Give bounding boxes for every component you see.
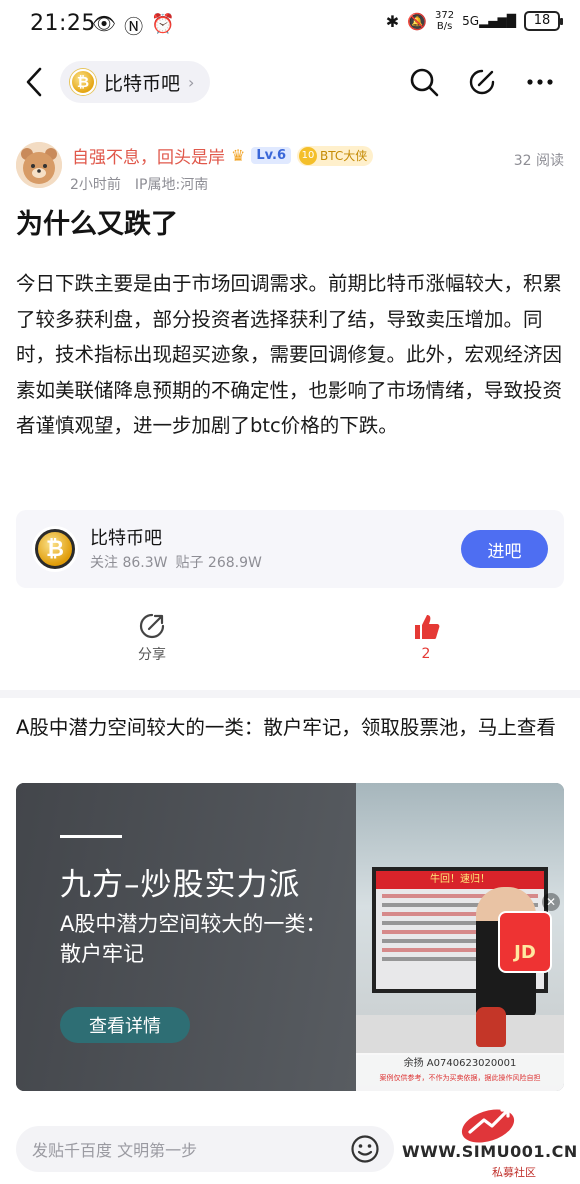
bottom-bar: 发贴千百度 文明第一步 WWW.SIMU001.CN 私募社区	[0, 1108, 580, 1184]
author-row: 自强不息，回头是岸 ♛ Lv.6 10 BTC大侠 2小时前 IP属地:河南 3…	[16, 142, 564, 194]
edit-button[interactable]	[464, 64, 500, 100]
post-meta: 2小时前 IP属地:河南	[70, 174, 208, 194]
forum-pill[interactable]: ₿ 比特币吧 ›	[60, 61, 211, 103]
emoji-icon[interactable]	[350, 1134, 380, 1164]
jd-redbag-icon[interactable]: JD	[498, 911, 552, 973]
more-button[interactable]	[522, 64, 558, 100]
ad-banner[interactable]: 九方–炒股实力派 A股中潜力空间较大的一类：散户牢记 查看详情 牛回！速归！ J…	[16, 783, 564, 1091]
ad-subline: A股中潜力空间较大的一类：散户牢记	[60, 912, 327, 966]
follower-count: 关注 86.3W	[90, 555, 168, 571]
ad-rule	[60, 835, 122, 838]
like-count: 2	[421, 646, 431, 662]
bear-avatar-icon	[16, 142, 62, 188]
search-button[interactable]	[406, 64, 442, 100]
read-count: 32 阅读	[513, 153, 564, 169]
signal-icon: 5G▂▄▆█	[462, 14, 516, 28]
watermark-text: WWW.SIMU001.CN	[402, 1142, 578, 1161]
thumbs-up-icon	[415, 615, 440, 639]
status-bar: 21:25 👁 Ⓝ ⏰ ✱ 🔕 372 B/s 5G▂▄▆█ 18	[0, 0, 580, 48]
edit-icon	[469, 69, 495, 95]
net-speed: 372 B/s	[435, 10, 455, 32]
enter-forum-button[interactable]: 进吧	[461, 530, 548, 568]
ad-title[interactable]: A股中潜力空间较大的一类：散户牢记，领取股票池，马上查看	[16, 712, 564, 743]
more-dots-icon	[527, 79, 553, 85]
forum-card-name: 比特币吧	[90, 528, 162, 549]
crown-icon: ♛	[231, 146, 246, 165]
ad-photo: 牛回！速归！ JD ✕ 余扬 A0740623020001 案例仅供参考，不作为…	[356, 783, 564, 1091]
ip-location: IP属地:河南	[134, 177, 209, 193]
alarm-icon: ⏰	[151, 13, 175, 35]
share-button[interactable]: 分享	[112, 612, 192, 664]
avatar[interactable]	[16, 142, 62, 188]
chevron-right-icon: ›	[188, 72, 195, 92]
battery-icon: 18	[524, 11, 563, 31]
forum-name: 比特币吧	[104, 72, 181, 95]
figurine	[476, 1007, 506, 1047]
share-icon	[139, 613, 165, 639]
forum-avatar: ₿	[32, 526, 78, 572]
post-count: 贴子 268.9W	[175, 555, 262, 571]
post-body: 今日下跌主要是由于市场回调需求。前期比特币涨幅较大，积累了较多获利盘，部分投资者…	[16, 272, 563, 437]
post-title: 为什么又跌了	[16, 209, 178, 240]
search-icon	[410, 68, 439, 97]
post-actions: 分享 2	[0, 612, 580, 674]
watermark-logo-icon	[461, 1108, 515, 1143]
eye-icon: 👁	[92, 13, 117, 35]
ad-details-button[interactable]: 查看详情	[60, 1007, 190, 1043]
post-time: 2小时前	[70, 177, 121, 193]
bitcoin-icon: ₿	[35, 529, 75, 569]
watermark: WWW.SIMU001.CN 私募社区	[400, 1108, 580, 1184]
nav-bar: ₿ 比特币吧 ›	[0, 56, 580, 108]
ad-caption: 余扬 A0740623020001	[403, 1058, 517, 1069]
author-name[interactable]: 自强不息，回头是岸	[72, 143, 225, 168]
ad-headline: 九方–炒股实力派	[60, 867, 301, 903]
bluetooth-icon: ✱	[385, 11, 400, 31]
close-icon[interactable]: ✕	[542, 893, 560, 911]
back-button[interactable]	[18, 64, 50, 100]
forum-card[interactable]: ₿ 比特币吧 关注 86.3W 贴子 268.9W 进吧	[16, 510, 564, 588]
mute-icon: 🔕	[407, 11, 428, 31]
level-badge: Lv.6	[251, 147, 292, 164]
like-button[interactable]: 2	[386, 612, 466, 662]
nfc-icon: Ⓝ	[124, 16, 144, 38]
section-divider	[0, 690, 580, 698]
forum-title-badge: 10 BTC大侠	[297, 145, 374, 166]
share-label: 分享	[138, 647, 166, 663]
reply-input[interactable]: 发贴千百度 文明第一步	[16, 1126, 394, 1172]
ad-disclaimer: 案例仅供参考，不作为买卖依据，据此操作风险自担	[379, 1074, 541, 1082]
watermark-subtext: 私募社区	[492, 1166, 536, 1179]
back-arrow-icon	[26, 67, 42, 97]
status-time: 21:25	[30, 11, 96, 36]
bitcoin-icon: ₿	[70, 69, 96, 95]
badge-coin-icon: 10	[299, 146, 318, 165]
